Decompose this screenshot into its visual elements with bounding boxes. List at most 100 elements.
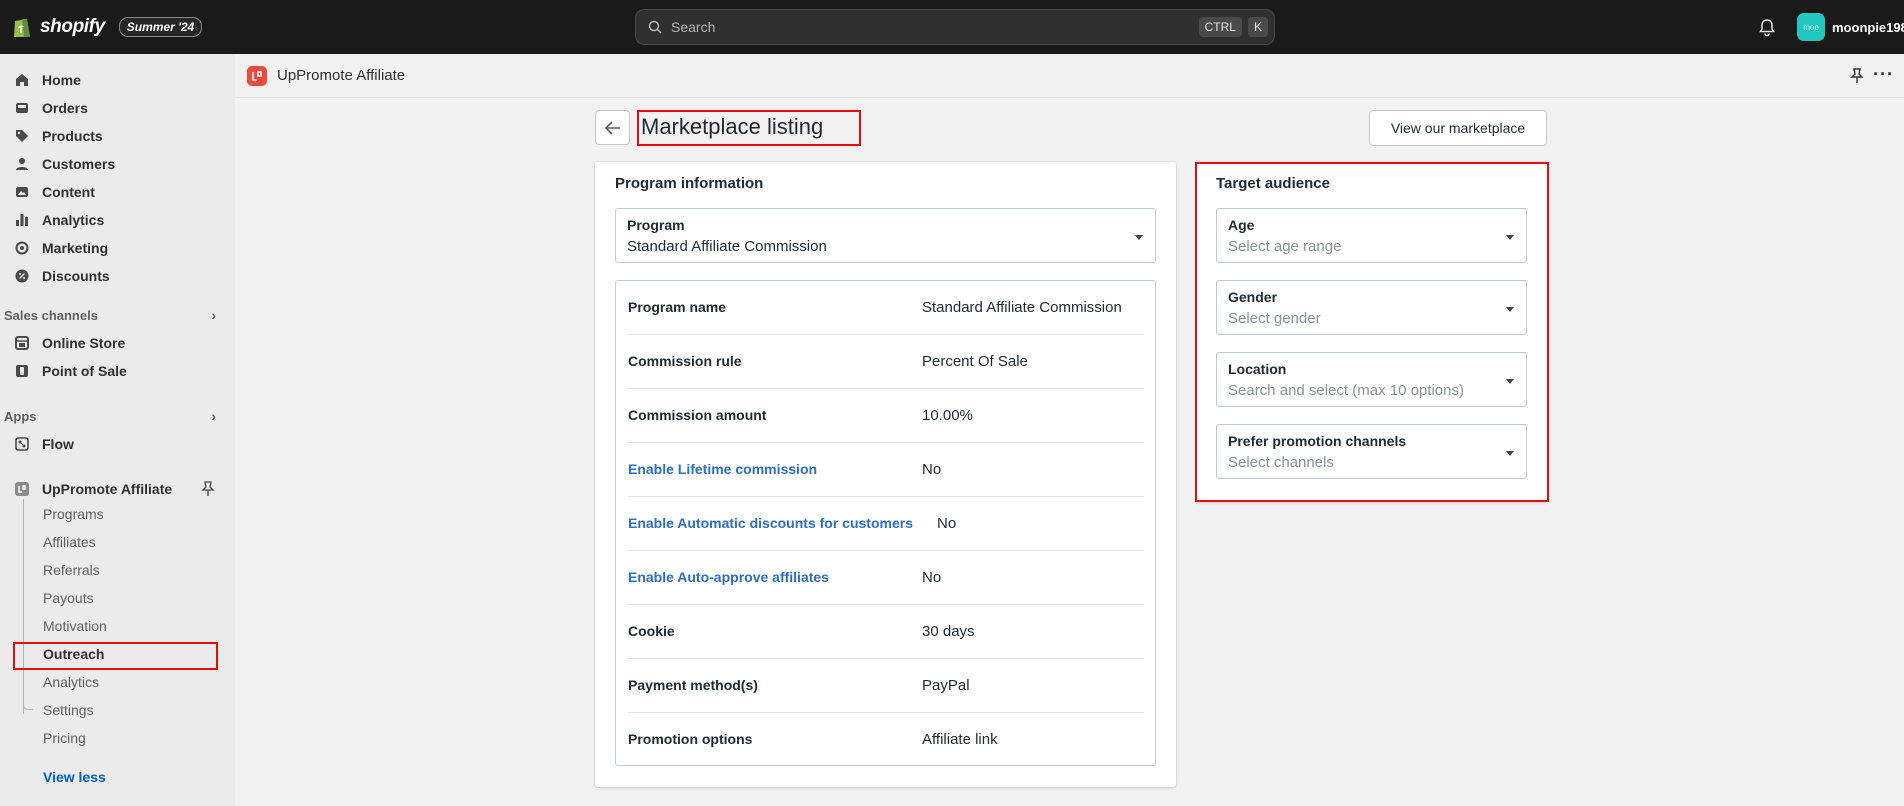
table-row: Commission rule Percent Of Sale — [628, 335, 1144, 389]
shopify-logo[interactable]: shopify Summer '24 — [12, 13, 203, 41]
age-select-placeholder: Select age range — [1228, 238, 1342, 255]
store-icon — [14, 335, 30, 351]
shopify-bag-icon — [14, 19, 30, 37]
sidebar-item-marketing[interactable]: Marketing — [14, 235, 219, 261]
sidebar-item-uppromote[interactable]: UpPromote Affiliate — [14, 476, 219, 502]
sidebar-item-label: Point of Sale — [42, 363, 127, 379]
table-row: Enable Lifetime commission No — [628, 443, 1144, 497]
row-value: 10.00% — [922, 407, 973, 424]
pin-icon[interactable] — [201, 481, 215, 497]
bell-icon[interactable] — [1756, 16, 1778, 38]
sidebar-subitem-payouts[interactable]: Payouts — [43, 590, 94, 606]
sidebar-item-flow[interactable]: Flow — [14, 431, 219, 457]
sidebar-subitem-settings[interactable]: Settings — [43, 702, 94, 718]
program-select[interactable]: Program Standard Affiliate Commission — [615, 208, 1156, 263]
row-key-link[interactable]: Enable Automatic discounts for customers — [628, 515, 913, 531]
brand-name: shopify — [40, 16, 105, 37]
row-value: Percent Of Sale — [922, 353, 1028, 370]
sidebar-item-customers[interactable]: Customers — [14, 151, 219, 177]
location-select[interactable]: Location Search and select (max 10 optio… — [1216, 352, 1527, 407]
account-menu[interactable]: moo moonpie198 — [1797, 13, 1904, 41]
search-bar[interactable]: Search CTRL K — [635, 9, 1275, 45]
sidebar-item-label: Orders — [42, 100, 88, 116]
row-key-link[interactable]: Enable Lifetime commission — [628, 461, 817, 477]
row-key: Commission rule — [628, 353, 742, 369]
row-value: PayPal — [922, 677, 970, 694]
sidebar-subitem-referrals[interactable]: Referrals — [43, 562, 100, 578]
home-icon — [14, 72, 30, 88]
app-title: UpPromote Affiliate — [277, 67, 406, 84]
location-select-label: Location — [1228, 361, 1287, 377]
program-select-label: Program — [627, 217, 685, 233]
sales-channels-header[interactable]: Sales channels › — [4, 307, 216, 323]
sidebar-item-home[interactable]: Home — [14, 67, 219, 93]
search-placeholder: Search — [671, 19, 716, 35]
view-less-link[interactable]: View less — [43, 769, 106, 785]
more-options-icon[interactable]: ··· — [1873, 64, 1894, 85]
edition-badge[interactable]: Summer '24 — [118, 17, 203, 37]
caret-down-icon — [1506, 307, 1514, 312]
row-value: No — [922, 461, 942, 478]
sidebar-item-products[interactable]: Products — [14, 123, 219, 149]
sidebar-subitem-motivation[interactable]: Motivation — [43, 618, 107, 634]
caret-down-icon — [1506, 451, 1514, 456]
tree-line — [23, 499, 24, 714]
promotion-channels-select[interactable]: Prefer promotion channels Select channel… — [1216, 424, 1527, 479]
sidebar-subitem-affiliates[interactable]: Affiliates — [43, 534, 96, 550]
apps-header[interactable]: Apps › — [4, 408, 216, 424]
row-key-link[interactable]: Enable Auto-approve affiliates — [628, 569, 829, 585]
program-details-table: Program name Standard Affiliate Commissi… — [615, 280, 1156, 766]
image-icon — [14, 184, 30, 200]
sidebar-item-label: Content — [42, 184, 95, 200]
caret-down-icon — [1506, 235, 1514, 240]
age-select[interactable]: Age Select age range — [1216, 208, 1527, 263]
pin-icon[interactable] — [1848, 67, 1866, 85]
inbox-icon — [14, 100, 30, 116]
gender-select-placeholder: Select gender — [1228, 310, 1321, 327]
account-name: moonpie198 — [1832, 19, 1904, 35]
sidebar-item-label: Home — [42, 72, 81, 88]
chevron-right-icon: › — [211, 307, 216, 323]
row-key: Cookie — [628, 623, 675, 639]
sidebar-item-online-store[interactable]: Online Store — [14, 330, 219, 356]
sidebar-item-analytics[interactable]: Analytics — [14, 207, 219, 233]
discount-icon — [14, 268, 30, 284]
app-header: UpPromote Affiliate ··· — [235, 54, 1904, 98]
sidebar-subitem-analytics[interactable]: Analytics — [43, 674, 99, 690]
avatar: moo — [1797, 13, 1825, 41]
search-icon — [648, 20, 662, 34]
sidebar-item-label: UpPromote Affiliate — [42, 481, 173, 497]
sidebar-item-label: Analytics — [42, 212, 105, 228]
row-value: No — [922, 569, 942, 586]
sidebar-item-label: Marketing — [42, 240, 109, 256]
sidebar-item-label: Discounts — [42, 268, 110, 284]
target-card-title: Target audience — [1216, 175, 1330, 192]
table-row: Payment method(s) PayPal — [628, 659, 1144, 713]
sidebar-subitem-programs[interactable]: Programs — [43, 506, 104, 522]
sidebar-item-discounts[interactable]: Discounts — [14, 263, 219, 289]
uppromote-logo-icon — [247, 65, 267, 86]
view-marketplace-button[interactable]: View our marketplace — [1369, 110, 1547, 146]
table-row: Cookie 30 days — [628, 605, 1144, 659]
table-row: Commission amount 10.00% — [628, 389, 1144, 443]
program-card-title: Program information — [615, 175, 764, 192]
promotion-channels-placeholder: Select channels — [1228, 454, 1334, 471]
shortcut-ctrl: CTRL — [1198, 17, 1242, 37]
gender-select[interactable]: Gender Select gender — [1216, 280, 1527, 335]
row-value: No — [937, 515, 957, 532]
gender-select-label: Gender — [1228, 289, 1278, 305]
sidebar-item-point-of-sale[interactable]: Point of Sale — [14, 358, 219, 384]
sidebar-item-label: Products — [42, 128, 103, 144]
row-key: Payment method(s) — [628, 677, 758, 693]
sidebar-item-content[interactable]: Content — [14, 179, 219, 205]
sidebar-item-orders[interactable]: Orders — [14, 95, 219, 121]
row-key: Promotion options — [628, 731, 753, 747]
row-value: Standard Affiliate Commission — [922, 299, 1122, 316]
sidebar-subitem-pricing[interactable]: Pricing — [43, 730, 86, 746]
sales-channels-title: Sales channels — [4, 307, 98, 323]
back-button[interactable] — [595, 110, 630, 145]
location-select-placeholder: Search and select (max 10 options) — [1228, 382, 1464, 399]
sidebar-item-label: Online Store — [42, 335, 126, 351]
pos-icon — [14, 363, 30, 379]
sidebar: Home Orders Products Customers Content A… — [0, 54, 235, 806]
